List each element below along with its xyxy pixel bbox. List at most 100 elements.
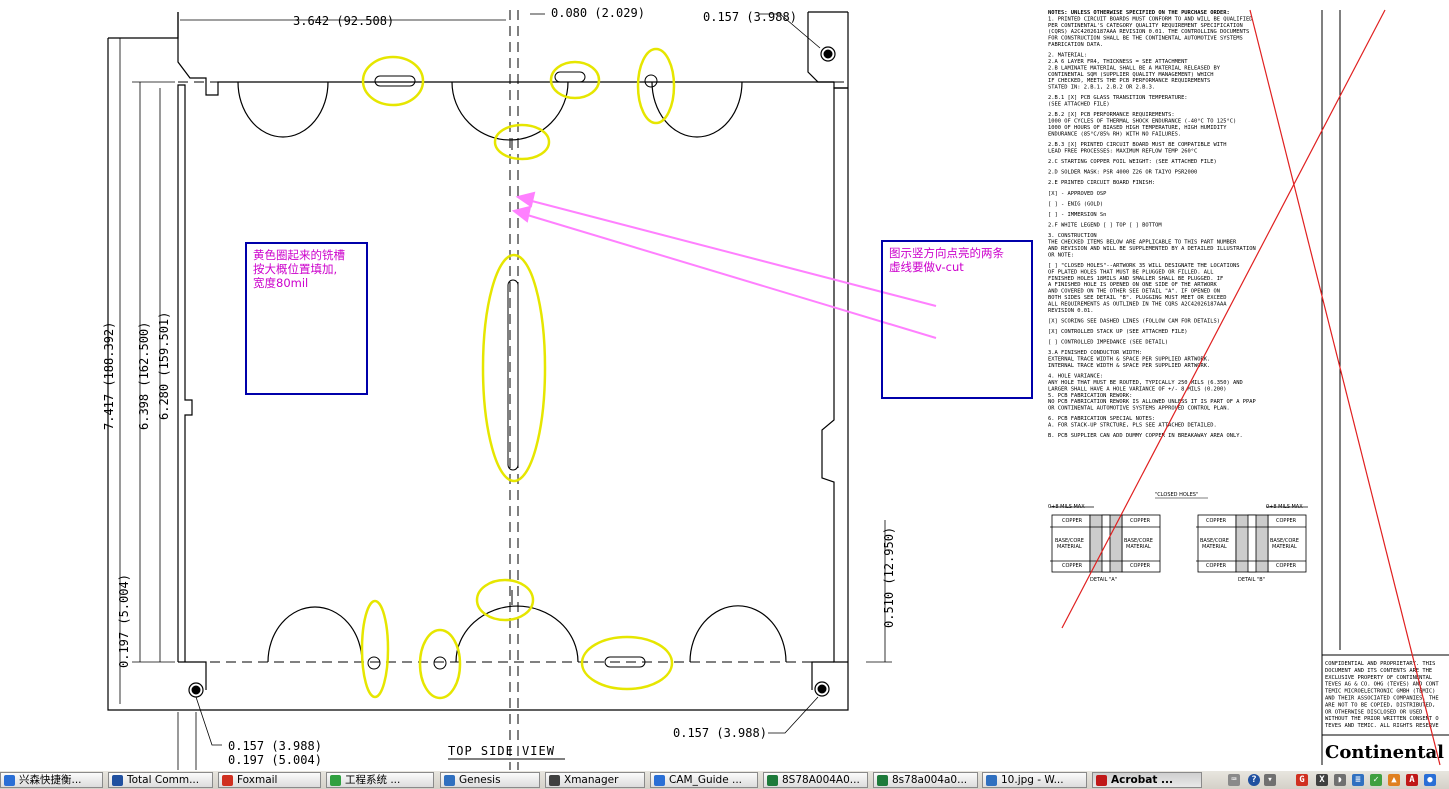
annot-left-line-3: 宽度80mil [253, 276, 309, 290]
copper-label-6: COPPER [1130, 563, 1151, 569]
note-line: 2.C STARTING COPPER FOIL WEIGHT: (SEE AT… [1048, 159, 1217, 165]
detail-b-label: DETAIL "B" [1238, 577, 1265, 583]
note-line: 1000 OF HOURS OF BIASED HIGH TEMPERATURE… [1048, 125, 1227, 131]
volume-icon[interactable]: ◗ [1334, 774, 1346, 786]
annot-left-line-1: 黄色圈起来的铣槽 [253, 248, 345, 262]
note-line: OR NOTE: [1048, 252, 1074, 258]
windows-taskbar: 兴森快捷衡... Total Comm... Foxmail 工程系统 ... Gene… [0, 770, 1449, 789]
taskbar-item[interactable]: 兴森快捷衡... [0, 772, 103, 788]
title-block-frame [1321, 10, 1449, 765]
note-line: 2.B.1 [X] PCB GLASS TRANSITION TEMPERATU… [1048, 95, 1188, 101]
dim-right-bottom: 0.510 (12.950) [882, 527, 896, 628]
taskbar-item[interactable]: Total Comm... [108, 772, 213, 788]
taskbar-item[interactable]: Genesis [440, 772, 540, 788]
update-icon[interactable]: ▲ [1388, 774, 1400, 786]
titleblock-line: EXCLUSIVE PROPERTY OF CONTINENTAL [1325, 675, 1432, 681]
dim-left-bottom: 0.197 (5.004) [117, 574, 131, 668]
note-line: 6. PCB FABRICATION SPECIAL NOTES: [1048, 416, 1155, 422]
note-line: STATED IN: 2.B.1, 2.B.2 OR 2.B.3. [1048, 85, 1155, 91]
app-icon [4, 775, 15, 786]
messenger-icon[interactable]: ● [1424, 774, 1436, 786]
taskbar-item-label: Foxmail [237, 774, 278, 786]
note-line: 2.B LAMINATE MATERIAL SHALL BE A MATERIA… [1048, 65, 1221, 71]
dim-left-total: 7.417 (188.392) [102, 322, 116, 430]
taskbar-item-label: 10.jpg - W... [1001, 774, 1064, 786]
note-line: 2.F WHITE LEGEND [ ] TOP [ ] BOTTOM [1048, 223, 1162, 229]
mils-max-a: 0+8 MILS MAX [1048, 504, 1085, 510]
note-line: REVISION 0.01. [1048, 308, 1093, 314]
taskbar-item-label: CAM_Guide ... [669, 774, 743, 786]
note-line: IF CHECKED, MEETS THE PCB PERFORMANCE RE… [1048, 78, 1210, 84]
genesis-icon [444, 775, 455, 786]
milling-slot-annotation: 黄色圈起来的铣槽 按大概位置填加, 宽度80mil [245, 242, 368, 395]
material-label-2: MATERIAL [1126, 544, 1151, 550]
taskbar-item[interactable]: 工程系统 ... [326, 772, 434, 788]
network-icon[interactable]: ≡ [1352, 774, 1364, 786]
note-line: 2.E PRINTED CIRCUIT BOARD FINISH: [1048, 180, 1155, 186]
security-icon[interactable]: ✓ [1370, 774, 1382, 786]
tray-arrow-icon[interactable]: ▾ [1264, 774, 1276, 786]
taskbar-item[interactable]: CAM_Guide ... [650, 772, 758, 788]
note-line: B. PCB SUPPLIER CAN ADD DUMMY COPPER IN … [1048, 433, 1243, 439]
note-line: [ ] - IMMERSION Sn [1048, 212, 1106, 218]
note-line: FABRICATION DATA. [1048, 42, 1103, 48]
acrobat-tray-icon[interactable]: A [1406, 774, 1418, 786]
note-line: 2.A 6 LAYER FR4, THICKNESS = SEE ATTACHM… [1048, 59, 1188, 65]
note-line: 5. PCB FABRICATION REWORK: [1048, 393, 1132, 399]
notes-block: NOTES: UNLESS OTHERWISE SPECIFIED ON THE… [1048, 10, 1256, 439]
note-line: ALL REQUIREMENTS AS OUTLINED IN THE CQRS… [1048, 301, 1227, 307]
note-line: 2.B.3 [X] PRINTED CIRCUIT BOARD MUST BE … [1048, 142, 1227, 148]
taskbar-item[interactable]: Xmanager [545, 772, 645, 788]
note-line: [ ] - ENIG (GOLD) [1048, 201, 1103, 207]
note-line: AND COVERED ON THE OTHER SEE DETAIL "A".… [1048, 289, 1220, 295]
note-line: 2.B.2 [X] PCB PERFORMANCE REQUIREMENTS: [1048, 112, 1175, 118]
x-icon [549, 775, 560, 786]
note-line: OF PLATED HOLES THAT MUST BE PLUGGED OR … [1048, 269, 1214, 275]
detail-a-label: DETAIL "A" [1090, 577, 1117, 583]
continental-logo: Continental [1325, 742, 1444, 763]
foxmail-tray-icon[interactable]: G [1296, 774, 1308, 786]
titleblock-line: CONFIDENTIAL AND PROPRIETARY. THIS [1325, 661, 1435, 667]
note-line: OR CONTINENTAL AUTOMOTIVE SYSTEMS APPROV… [1048, 406, 1230, 412]
image-icon [986, 775, 997, 786]
dim-top-width: 3.642 (92.508) [293, 14, 394, 28]
note-line: A FINISHED HOLE IS OPENED ON ONE SIDE OF… [1048, 282, 1218, 288]
excel-icon [767, 775, 778, 786]
note-line: BOTH SIDES SEE DETAIL "B". PLUGGING MUST… [1048, 295, 1227, 301]
note-line: 1000 OF CYCLES OF THERMAL SHOCK ENDURANC… [1048, 119, 1236, 125]
taskbar-item[interactable]: Foxmail [218, 772, 321, 788]
note-line: NO PCB FABRICATION REWORK IS ALLOWED UNL… [1048, 399, 1256, 405]
excel-icon [877, 775, 888, 786]
note-line: 2.D SOLDER MASK: PSR 4000 Z26 OR TAIYO P… [1048, 170, 1197, 176]
taskbar-item[interactable]: 8s78a004a0... [873, 772, 978, 788]
titleblock-line: WITHOUT THE PRIOR WRITTEN CONSENT O [1325, 716, 1439, 722]
keyboard-icon[interactable]: ⌨ [1228, 774, 1240, 786]
note-line: [X] - APPROVED OSP [1048, 191, 1106, 197]
taskbar-item-label: 8S78A004A0... [782, 774, 860, 786]
taskbar-item[interactable]: 8S78A004A0... [763, 772, 868, 788]
taskbar-item[interactable]: Acrobat ... [1092, 772, 1202, 788]
closed-holes-title: "CLOSED HOLES" [1155, 492, 1198, 498]
cad-drawing-viewport[interactable]: 3.642 (92.508) 0.080 (2.029) 0.157 (3.98… [0, 0, 1449, 770]
taskbar-item-label: 8s78a004a0... [892, 774, 968, 786]
copper-label-4: COPPER [1276, 518, 1297, 524]
taskbar-item-label: Xmanager [564, 774, 619, 786]
help-icon[interactable]: ? [1248, 774, 1260, 786]
taskbar-item-label: Genesis [459, 774, 501, 786]
note-line: [X] SCORING SEE DASHED LINES (FOLLOW CAM… [1048, 318, 1220, 324]
note-line: INTERNAL TRACE WIDTH & SPACE PER SUPPLIE… [1048, 363, 1210, 369]
xmanager-tray-icon[interactable]: X [1316, 774, 1328, 786]
copper-label-8: COPPER [1276, 563, 1297, 569]
note-line: 3. CONSTRUCTION [1048, 233, 1097, 239]
note-line: [ ] "CLOSED HOLES"--ARTWORK 35 WILL DESI… [1048, 263, 1239, 269]
note-line: 1. PRINTED CIRCUIT BOARDS MUST CONFORM T… [1048, 16, 1252, 22]
note-line: ENDURANCE (85°C/85% RH) WITH NO FAILURES… [1048, 131, 1181, 137]
foxmail-icon [222, 775, 233, 786]
note-line: CONTINENTAL SQM (SUPPLIER QUALITY MANAGE… [1048, 72, 1214, 78]
folder-icon [654, 775, 665, 786]
copper-label-2: COPPER [1130, 518, 1151, 524]
taskbar-item[interactable]: 10.jpg - W... [982, 772, 1087, 788]
dim-br-hole: 0.157 (3.988) [673, 726, 767, 740]
acrobat-icon [1096, 775, 1107, 786]
dim-left-inner: 6.280 (159.501) [157, 312, 171, 420]
